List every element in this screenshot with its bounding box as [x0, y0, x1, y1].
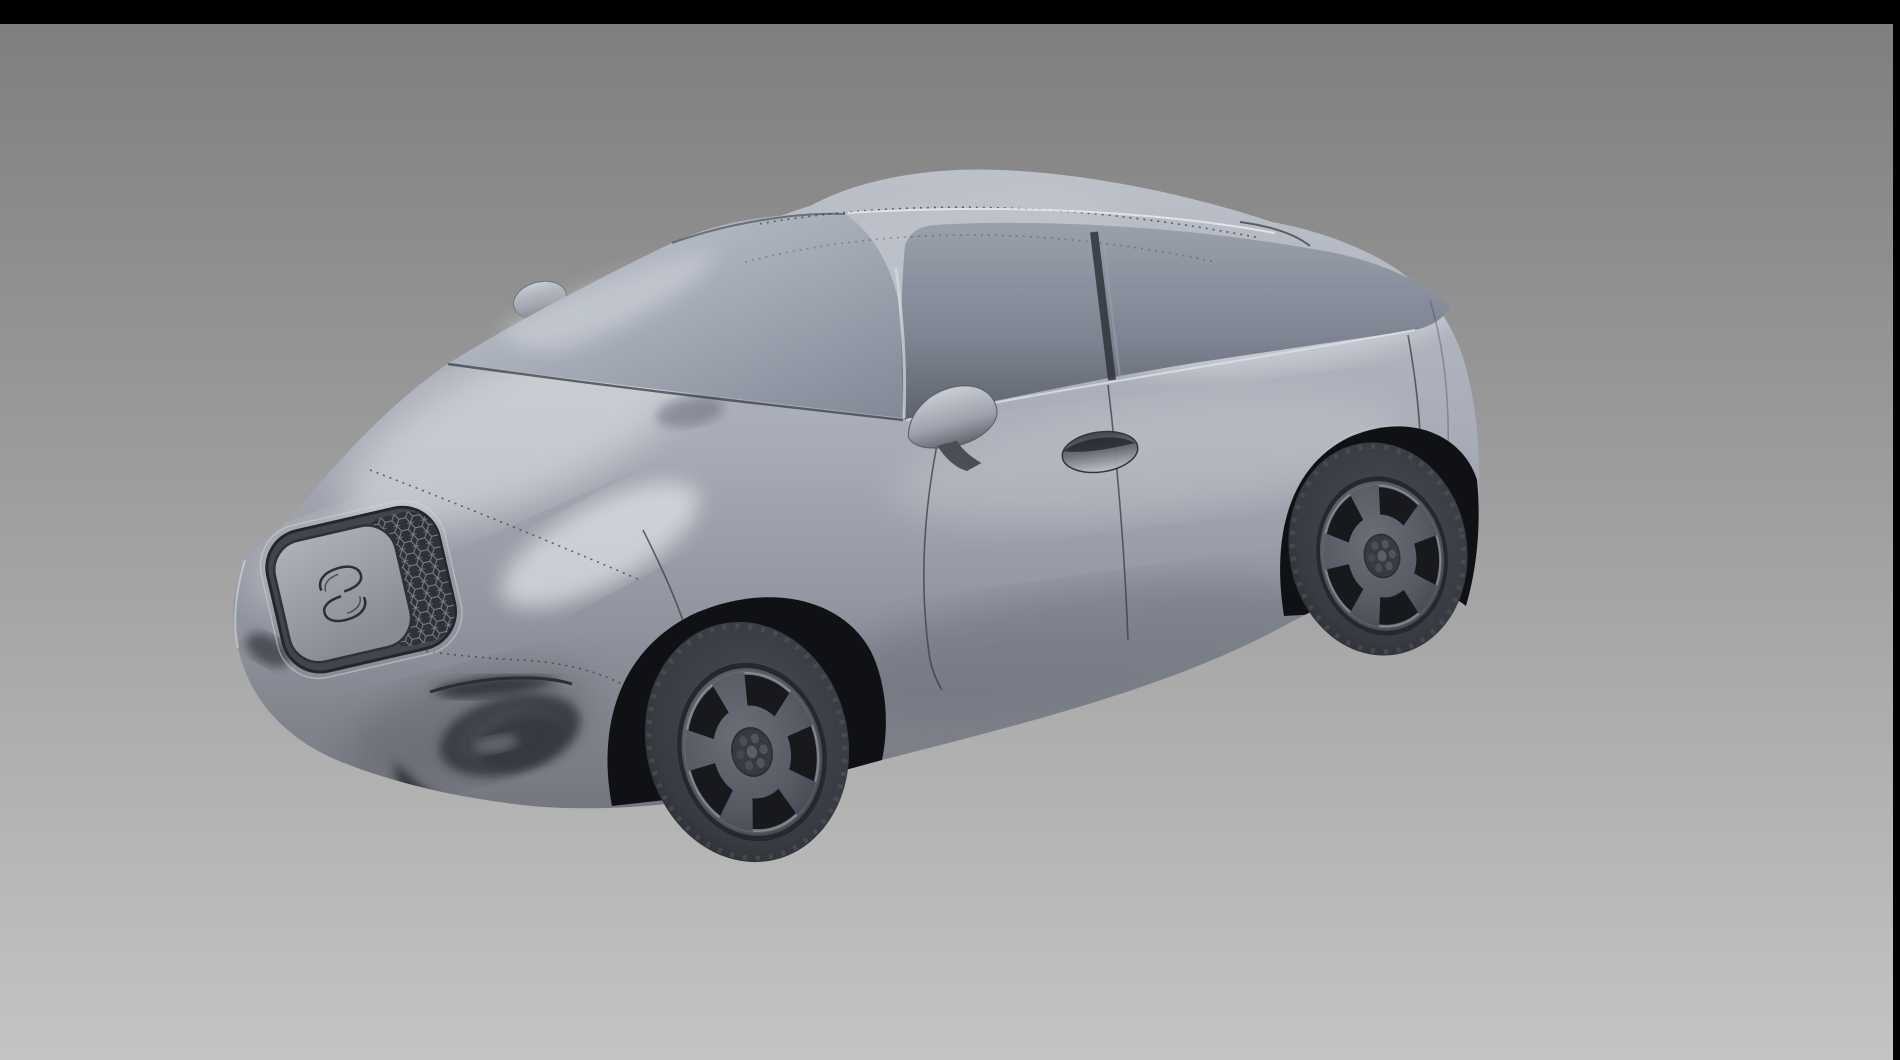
- letterbox-right-strip: [1893, 0, 1900, 1060]
- badge-plate: [268, 519, 417, 668]
- letterbox-top-bar: [0, 0, 1900, 24]
- application-window: [0, 0, 1900, 1060]
- render-viewport[interactable]: [0, 0, 1900, 1060]
